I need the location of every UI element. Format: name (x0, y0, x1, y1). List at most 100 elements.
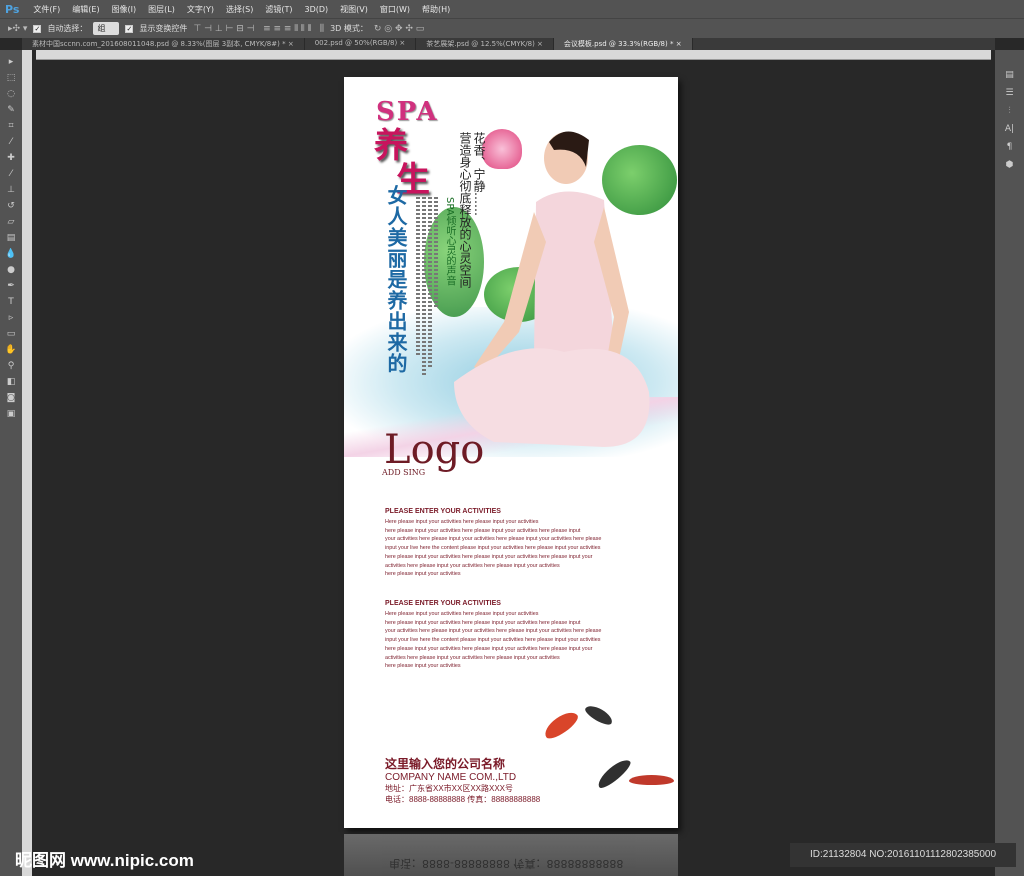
logo-text: Logo (384, 427, 485, 473)
tab-label: 素材中国sccnn.com_201608011048.psd @ 8.33%(图… (32, 40, 286, 48)
paragraph-panel-icon[interactable]: ¶ (1007, 142, 1013, 152)
3d-panel-icon[interactable]: ⬢ (1006, 160, 1014, 170)
company-phone: 电话：8888-88888888 传真：88888888888 (385, 795, 541, 804)
tab-document-3[interactable]: 茶艺展架.psd @ 12.5%(CMYK/8) × (416, 38, 554, 50)
menu-view[interactable]: 视图(V) (334, 4, 374, 15)
tagline-2: 营造身心彻底释放的心灵空间 (458, 132, 472, 288)
menu-window[interactable]: 窗口(W) (374, 4, 416, 15)
block-line: here please input your activities (385, 663, 461, 670)
koi-fish-image (583, 702, 615, 728)
tab-label: 002.psd @ 50%(RGB/8) (314, 39, 398, 47)
block-line: your activities here please input your a… (385, 628, 602, 635)
menu-file[interactable]: 文件(F) (27, 4, 66, 15)
activities-block-1: PLEASE ENTER YOUR ACTIVITIES Here please… (385, 508, 625, 579)
tab-document-4-active[interactable]: 会议模板.psd @ 33.3%(RGB/8) * × (553, 38, 693, 50)
menu-type[interactable]: 文字(Y) (181, 4, 220, 15)
3d-mode-icons[interactable]: ↻ ◎ ✥ ✣ ▭ (374, 24, 424, 34)
koi-fish-image (540, 707, 582, 743)
zoom-tool-icon[interactable]: ⚲ (5, 360, 17, 372)
block-line: Here please input your activities here p… (385, 519, 539, 525)
koi-fish-image (629, 775, 674, 785)
block-line: here please input your activities here p… (385, 645, 593, 652)
tab-label: 会议模板.psd @ 33.3%(RGB/8) * (563, 40, 674, 48)
show-transform-label: 显示变换控件 (139, 24, 188, 33)
options-bar: ▸✣ ▾ ✓ 自动选择： 组 ✓ 显示变换控件 ⊤ ⊣ ⊥ ⊢ ⊟ ⊣ ≡ ≡ … (0, 18, 1024, 38)
gradient-tool-icon[interactable]: ▤ (5, 232, 17, 244)
block-line: here please input your activities here p… (385, 553, 593, 560)
adjust-panel-icon[interactable]: ⫶ (1008, 106, 1010, 116)
block-line: here please input your activities here p… (385, 619, 581, 626)
menu-3d[interactable]: 3D(D) (298, 5, 334, 14)
path-select-icon[interactable]: ▹ (5, 312, 17, 324)
properties-panel-icon[interactable]: ☰ (1005, 88, 1013, 98)
block-line: activities here please input your activi… (385, 654, 560, 661)
block-line: Here please input your activities here p… (385, 611, 539, 617)
pen-tool-icon[interactable]: ✒ (5, 280, 17, 292)
align-icons[interactable]: ⊤ ⊣ ⊥ ⊢ ⊟ ⊣ ≡ ≡ ≡ ⫴ ⫴ ⫴ ⫼ (193, 24, 324, 34)
quick-mask-icon[interactable]: ◙ (5, 392, 17, 404)
history-panel-icon[interactable]: ▤ (1005, 70, 1014, 80)
marquee-tool-icon[interactable]: ⬚ (5, 72, 17, 84)
close-icon[interactable]: × (288, 40, 294, 48)
block-line: input your live here the content please … (385, 637, 601, 644)
shape-tool-icon[interactable]: ▭ (5, 328, 17, 340)
site-watermark: 昵图网 www.nipic.com (15, 851, 194, 870)
reflection-text: 电话：8888-88888888 传真：88888888888 (389, 857, 624, 870)
brush-tool-icon[interactable]: ⁄ (5, 168, 17, 180)
menu-layer[interactable]: 图层(L) (142, 4, 181, 15)
healing-tool-icon[interactable]: ✚ (5, 152, 17, 164)
activities-block-2: PLEASE ENTER YOUR ACTIVITIES Here please… (385, 600, 625, 671)
hand-tool-icon[interactable]: ✋ (5, 344, 17, 356)
company-name-en: COMPANY NAME COM.,LTD (385, 772, 517, 783)
menu-help[interactable]: 帮助(H) (416, 4, 456, 15)
color-swatches-icon[interactable]: ◧ (5, 376, 17, 388)
type-tool-icon[interactable]: T (5, 296, 17, 308)
auto-select-label: 自动选择： (47, 24, 88, 33)
block-line: activities here please input your activi… (385, 562, 560, 569)
tab-document-1[interactable]: 素材中国sccnn.com_201608011048.psd @ 8.33%(图… (22, 38, 305, 50)
menu-filter[interactable]: 滤镜(T) (259, 4, 298, 15)
poster-document[interactable]: SPA 养生 女人美丽是养出来的 花香、宁静…… 营造身心彻底释放的心灵空间 S… (344, 77, 678, 828)
body-text-column (416, 197, 420, 357)
body-text-column (422, 197, 426, 377)
screen-mode-icon[interactable]: ▣ (5, 408, 17, 420)
image-id-label: ID:21132804 NO:20161101112802385000 (790, 843, 1016, 867)
horizontal-ruler (36, 50, 991, 60)
move-tool-icon[interactable]: ▸✣ ▾ (8, 24, 27, 34)
document-tabs: 素材中国sccnn.com_201608011048.psd @ 8.33%(图… (22, 38, 995, 50)
quick-select-tool-icon[interactable]: ✎ (5, 104, 17, 116)
block-line: your activities here please input your a… (385, 536, 602, 543)
menu-edit[interactable]: 编辑(E) (66, 4, 105, 15)
auto-select-checkbox[interactable]: ✓ (33, 24, 42, 33)
dodge-tool-icon[interactable]: ● (5, 264, 17, 276)
company-address: 地址：广东省XX市XX区XX路XXX号 (385, 784, 514, 793)
vertical-ruler (22, 50, 32, 876)
stamp-tool-icon[interactable]: ⊥ (5, 184, 17, 196)
auto-select-dropdown[interactable]: 组 (93, 22, 120, 35)
move-tool-icon[interactable]: ▸ (5, 56, 17, 68)
character-panel-icon[interactable]: A| (1005, 124, 1014, 134)
crop-tool-icon[interactable]: ⌗ (5, 120, 17, 132)
history-brush-icon[interactable]: ↺ (5, 200, 17, 212)
close-icon[interactable]: × (676, 40, 682, 48)
block-line: input your live here the content please … (385, 545, 601, 552)
tagline-1: 花香、宁静…… (472, 132, 486, 216)
show-transform-checkbox[interactable]: ✓ (125, 24, 134, 33)
tools-panel: ▸ ⬚ ◌ ✎ ⌗ ⁄ ✚ ⁄ ⊥ ↺ ▱ ▤ 💧 ● ✒ T ▹ ▭ ✋ ⚲ … (0, 50, 22, 876)
tab-label: 茶艺展架.psd @ 12.5%(CMYK/8) (426, 40, 535, 48)
block-line: here please input your activities (385, 571, 461, 578)
blur-tool-icon[interactable]: 💧 (5, 248, 17, 260)
body-text-column (434, 197, 438, 307)
eraser-tool-icon[interactable]: ▱ (5, 216, 17, 228)
company-info: 这里输入您的公司名称 COMPANY NAME COM.,LTD 地址：广东省X… (385, 755, 540, 805)
close-icon[interactable]: × (537, 40, 543, 48)
close-icon[interactable]: × (399, 39, 405, 47)
block-line: here please input your activities here p… (385, 527, 581, 534)
lasso-tool-icon[interactable]: ◌ (5, 88, 17, 100)
menu-bar: Ps 文件(F) 编辑(E) 图像(I) 图层(L) 文字(Y) 选择(S) 滤… (0, 0, 1024, 18)
eyedropper-tool-icon[interactable]: ⁄ (5, 136, 17, 148)
menu-image[interactable]: 图像(I) (106, 4, 143, 15)
body-text-column (428, 197, 432, 367)
menu-select[interactable]: 选择(S) (220, 4, 259, 15)
tab-document-2[interactable]: 002.psd @ 50%(RGB/8) × (305, 38, 417, 50)
